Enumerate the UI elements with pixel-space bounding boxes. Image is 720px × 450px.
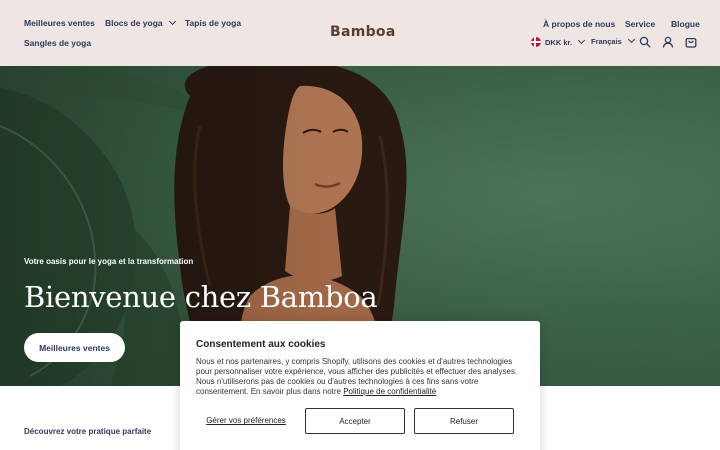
nav-about[interactable]: À propos de nous bbox=[543, 19, 615, 29]
chevron-down-icon bbox=[168, 17, 176, 26]
language-label: Français bbox=[591, 37, 622, 46]
currency-label: DKK kr. bbox=[545, 38, 573, 47]
chevron-down-icon bbox=[578, 36, 586, 45]
brand-logo[interactable]: Bamboa bbox=[330, 24, 396, 40]
denmark-flag-icon bbox=[531, 37, 541, 47]
hero-best-sellers-button[interactable]: Meilleures ventes bbox=[24, 333, 125, 362]
hero-subtitle: Votre oasis pour le yoga et la transform… bbox=[24, 257, 194, 266]
accept-button[interactable]: Accepter bbox=[305, 408, 405, 434]
privacy-policy-link[interactable]: Politique de confidentialité bbox=[343, 387, 436, 396]
section-heading: Découvrez votre pratique parfaite bbox=[24, 427, 152, 436]
site-header: Meilleures ventes Blocs de yoga Tapis de… bbox=[0, 0, 720, 66]
currency-selector[interactable]: DKK kr. bbox=[531, 36, 586, 47]
nav-blog[interactable]: Blogue bbox=[671, 19, 700, 29]
cookie-title: Consentement aux cookies bbox=[196, 339, 326, 350]
cookie-consent-dialog: Consentement aux cookies Nous et nos par… bbox=[180, 321, 540, 450]
decline-button[interactable]: Refuser bbox=[414, 408, 514, 434]
search-icon[interactable] bbox=[639, 36, 651, 48]
nav-yoga-blocks-label: Blocs de yoga bbox=[105, 18, 163, 28]
language-selector[interactable]: Français bbox=[591, 35, 635, 46]
nav-yoga-blocks[interactable]: Blocs de yoga bbox=[105, 17, 176, 28]
nav-best-sellers[interactable]: Meilleures ventes bbox=[24, 18, 95, 28]
account-icon[interactable] bbox=[662, 36, 674, 48]
nav-yoga-straps[interactable]: Sangles de yoga bbox=[24, 38, 91, 48]
cookie-description: Nous et nos partenaires, y compris Shopi… bbox=[196, 357, 526, 397]
chevron-down-icon bbox=[627, 35, 635, 44]
manage-preferences-button[interactable]: Gérer vos préférences bbox=[196, 408, 296, 434]
cart-icon[interactable] bbox=[685, 36, 697, 48]
hero-title: Bienvenue chez Bamboa bbox=[24, 280, 378, 314]
nav-service[interactable]: Service bbox=[625, 19, 655, 29]
nav-yoga-mats[interactable]: Tapis de yoga bbox=[185, 18, 241, 28]
